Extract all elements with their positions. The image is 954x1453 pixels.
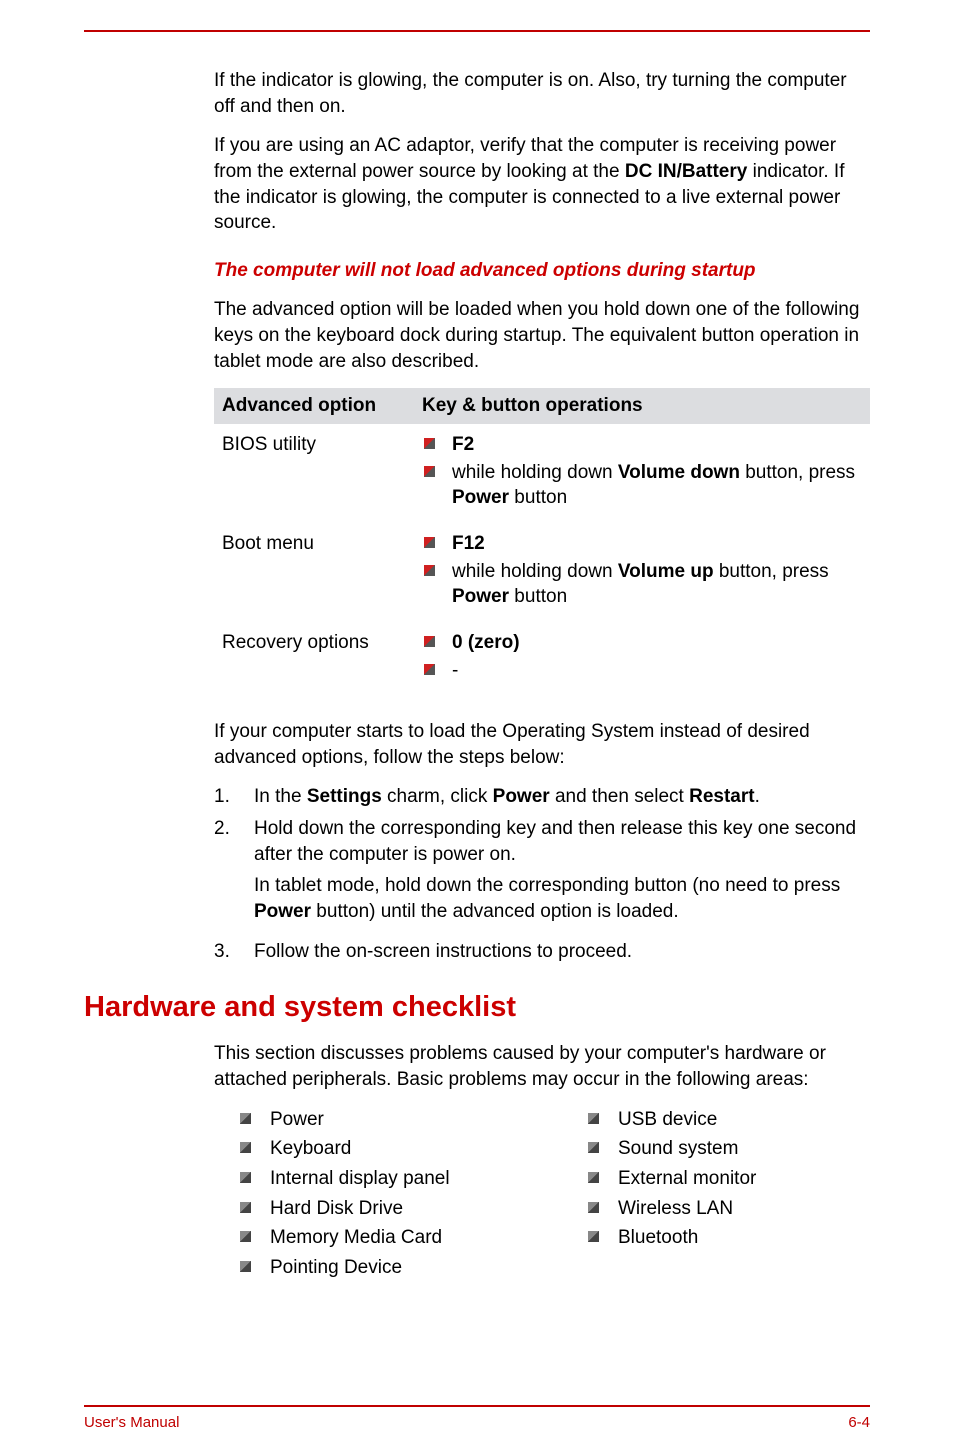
heading-no-load: The computer will not load advanced opti… — [214, 258, 870, 284]
key-list: 0 (zero) - — [422, 630, 862, 683]
bold: Power — [452, 487, 509, 508]
text: button — [509, 586, 567, 607]
text: while holding down — [452, 462, 618, 483]
text: while holding down — [452, 561, 618, 582]
bold: Volume down — [618, 462, 740, 483]
list-item: Sound system — [562, 1136, 870, 1162]
row-label-recovery: Recovery options — [214, 622, 414, 695]
row-label-bios: BIOS utility — [214, 424, 414, 523]
list-item: while holding down Volume down button, p… — [422, 460, 862, 511]
bold: Power — [452, 586, 509, 607]
text: In tablet mode, hold down the correspond… — [254, 875, 840, 896]
step-1: In the Settings charm, click Power and t… — [214, 784, 870, 810]
table-row: BIOS utility F2 while holding down Volum… — [214, 424, 870, 523]
bold: Power — [254, 901, 311, 922]
text: Follow the on-screen instructions to pro… — [254, 941, 632, 962]
text: button, press — [740, 462, 855, 483]
heading-hardware-checklist: Hardware and system checklist — [84, 988, 870, 1027]
dash: - — [452, 660, 458, 681]
list-item: Power — [214, 1107, 522, 1133]
text: In the — [254, 786, 307, 807]
checklist-right: USB device Sound system External monitor… — [562, 1107, 870, 1285]
list-item: Keyboard — [214, 1136, 522, 1162]
bold: Power — [493, 786, 550, 807]
checklist-columns: Power Keyboard Internal display panel Ha… — [214, 1107, 870, 1285]
table-row: Recovery options 0 (zero) - — [214, 622, 870, 695]
text: button) until the advanced option is loa… — [311, 901, 679, 922]
list-item: Wireless LAN — [562, 1196, 870, 1222]
footer-right: 6-4 — [848, 1413, 870, 1433]
text: . — [755, 786, 760, 807]
key-f12: F12 — [452, 533, 485, 554]
list-item: External monitor — [562, 1166, 870, 1192]
text: button, press — [714, 561, 829, 582]
row-label-boot: Boot menu — [214, 523, 414, 622]
paragraph-advanced-intro: The advanced option will be loaded when … — [214, 297, 870, 374]
key-f2: F2 — [452, 434, 474, 455]
bold: Volume up — [618, 561, 714, 582]
list-item: - — [422, 658, 862, 684]
key-zero: 0 (zero) — [452, 632, 520, 653]
bold: Settings — [307, 786, 382, 807]
text: charm, click — [382, 786, 493, 807]
list-item: Bluetooth — [562, 1225, 870, 1251]
paragraph-indicator: If the indicator is glowing, the compute… — [214, 68, 870, 119]
text: Hold down the corresponding key and then… — [254, 818, 856, 865]
list-item: Memory Media Card — [214, 1225, 522, 1251]
paragraph-fallback: If your computer starts to load the Oper… — [214, 719, 870, 770]
list-item: USB device — [562, 1107, 870, 1133]
key-list: F12 while holding down Volume up button,… — [422, 531, 862, 610]
list-item: 0 (zero) — [422, 630, 862, 656]
text: button — [509, 487, 567, 508]
checklist-left: Power Keyboard Internal display panel Ha… — [214, 1107, 522, 1285]
step-3: Follow the on-screen instructions to pro… — [214, 939, 870, 965]
advanced-options-table: Advanced option Key & button operations … — [214, 388, 870, 695]
list-item: Pointing Device — [214, 1255, 522, 1281]
paragraph-hw-intro: This section discusses problems caused b… — [214, 1041, 870, 1092]
list-item: Internal display panel — [214, 1166, 522, 1192]
top-rule — [84, 30, 870, 32]
table-row: Boot menu F12 while holding down Volume … — [214, 523, 870, 622]
step-2: Hold down the corresponding key and then… — [214, 816, 870, 925]
footer-left: User's Manual — [84, 1413, 179, 1433]
bold-dc-in-battery: DC IN/Battery — [625, 161, 747, 182]
list-item: Hard Disk Drive — [214, 1196, 522, 1222]
text: and then select — [550, 786, 689, 807]
key-list: F2 while holding down Volume down button… — [422, 432, 862, 511]
page-footer: User's Manual 6-4 — [84, 1405, 870, 1433]
list-item: F2 — [422, 432, 862, 458]
list-item: while holding down Volume up button, pre… — [422, 559, 862, 610]
steps-list: In the Settings charm, click Power and t… — [214, 784, 870, 964]
bold: Restart — [689, 786, 754, 807]
list-item: F12 — [422, 531, 862, 557]
paragraph-ac-adaptor: If you are using an AC adaptor, verify t… — [214, 133, 870, 236]
table-header-key-button: Key & button operations — [414, 388, 870, 424]
table-header-advanced-option: Advanced option — [214, 388, 414, 424]
step-2-sub: In tablet mode, hold down the correspond… — [254, 873, 870, 924]
